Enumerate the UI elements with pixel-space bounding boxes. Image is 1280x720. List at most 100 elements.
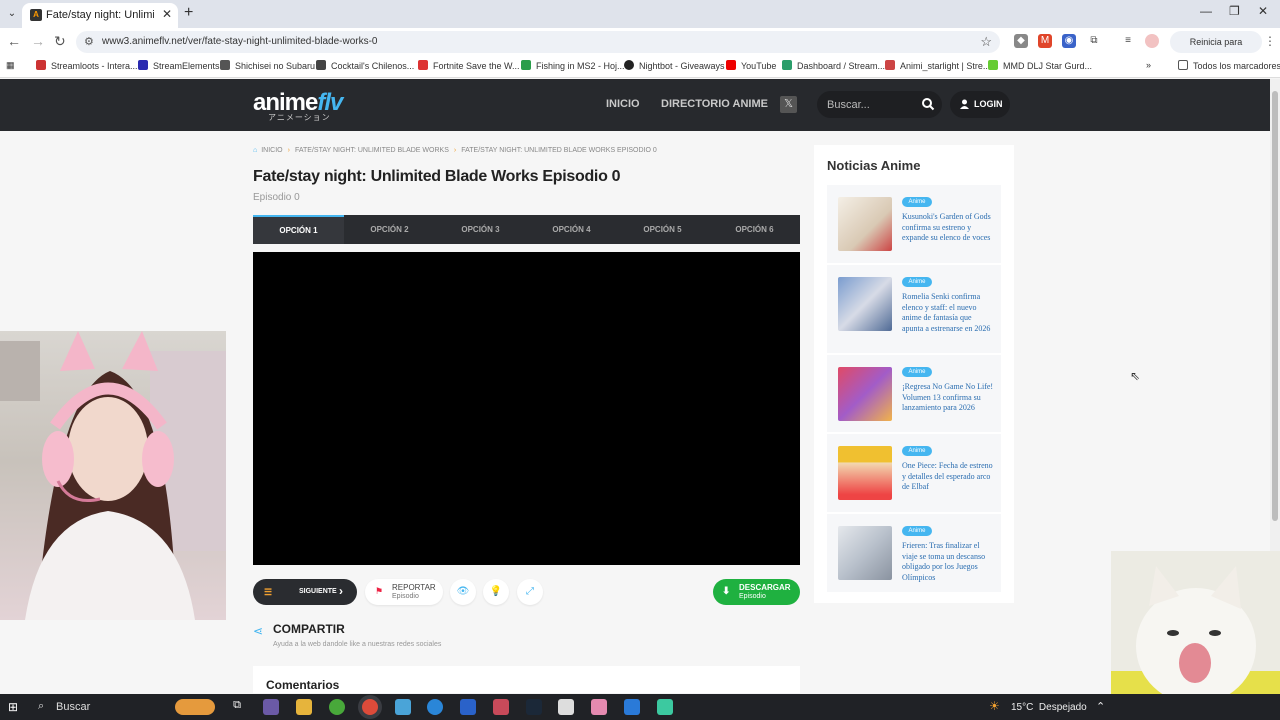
x-social-icon[interactable]: 𝕏: [780, 96, 797, 113]
login-button[interactable]: LOGIN: [950, 91, 1010, 118]
nav-directorio[interactable]: DIRECTORIO ANIME: [661, 98, 768, 110]
search-input[interactable]: [827, 96, 917, 113]
tab-option-6[interactable]: OPCIÓN 6: [709, 215, 800, 244]
edge-icon[interactable]: [427, 699, 443, 715]
news-headline[interactable]: Romelia Senki confirma elenco y staff: e…: [902, 292, 994, 334]
minimize-icon[interactable]: —: [1200, 4, 1212, 18]
profile-avatar[interactable]: [1145, 34, 1159, 48]
search-icon[interactable]: [921, 97, 935, 111]
more-menu-icon[interactable]: ⋮: [1264, 34, 1276, 48]
browser-tab-active[interactable]: A Fate/stay night: Unlimited Blade ✕: [22, 3, 178, 28]
windows-taskbar: ⊞ ⌕ Buscar ⧉ ☀ 15°C Despejado ⌃: [0, 694, 1280, 720]
report-button[interactable]: ⚑ REPORTAR Episodio: [365, 579, 443, 605]
restore-icon[interactable]: ❐: [1229, 4, 1240, 18]
news-thumbnail: [838, 446, 892, 500]
bookmark-item[interactable]: YouTube: [726, 60, 776, 71]
bookmark-item[interactable]: Nightbot - Giveaways: [624, 60, 725, 71]
extensions-puzzle-icon[interactable]: ⧉: [1087, 34, 1101, 48]
news-thumbnail: [838, 367, 892, 421]
news-tag: Anime: [902, 277, 932, 287]
news-headline[interactable]: Kusunoki's Garden of Gods confirma su es…: [902, 212, 994, 244]
mouse-cursor-icon: ⇖: [1130, 369, 1141, 383]
update-button[interactable]: Reinicia para actualizar: [1170, 31, 1262, 69]
bookmark-item[interactable]: MMD DLJ Star Gurd...: [988, 60, 1092, 71]
extension-icon[interactable]: ◆: [1014, 34, 1028, 48]
breadcrumb-series[interactable]: FATE/STAY NIGHT: UNLIMITED BLADE WORKS: [295, 147, 449, 154]
reload-icon[interactable]: ↻: [54, 33, 66, 50]
taskbar-app-icon[interactable]: [624, 699, 640, 715]
bookmarks-overflow-icon[interactable]: »: [1146, 60, 1151, 70]
taskbar-app-icon[interactable]: [493, 699, 509, 715]
eye-icon[interactable]: 👁: [450, 579, 476, 605]
news-headline[interactable]: ¡Regresa No Game No Life! Volumen 13 con…: [902, 382, 994, 414]
reading-list-icon[interactable]: ≡: [1121, 34, 1135, 48]
bookmark-item[interactable]: Animi_starlight | Stre...: [885, 60, 990, 71]
flag-icon: ⚑: [375, 586, 384, 596]
weather-widget[interactable]: 15°C Despejado: [1011, 702, 1087, 713]
home-icon: ⌂: [253, 147, 258, 154]
news-sidebar: Noticias Anime Anime Kusunoki's Garden o…: [814, 145, 1014, 603]
news-item[interactable]: Anime One Piece: Fecha de estreno y deta…: [827, 434, 1001, 512]
next-episode-button[interactable]: ☰ SIGUIENTE ›: [253, 579, 357, 605]
tab-list-button[interactable]: ⌄: [4, 6, 20, 22]
bookmark-star-icon[interactable]: ☆: [980, 34, 992, 50]
file-explorer-icon[interactable]: [296, 699, 312, 715]
site-info-icon[interactable]: ⚙: [84, 35, 94, 48]
download-button[interactable]: ⬇ DESCARGAR Episodio: [713, 579, 800, 605]
taskbar-app-icon[interactable]: [591, 699, 607, 715]
taskbar-app-icon[interactable]: [657, 699, 673, 715]
bookmark-item[interactable]: Fishing in MS2 - Hoj...: [521, 60, 625, 71]
apps-grid-icon[interactable]: ▦: [6, 60, 15, 71]
steam-icon[interactable]: [526, 699, 542, 715]
comments-title: Comentarios: [266, 678, 340, 692]
search-highlight-image: [175, 699, 215, 715]
tab-option-5[interactable]: OPCIÓN 5: [617, 215, 708, 244]
new-tab-button[interactable]: +: [184, 4, 193, 22]
bookmark-item[interactable]: StreamElements: [138, 60, 220, 71]
taskbar-app-icon[interactable]: [395, 699, 411, 715]
tab-option-3[interactable]: OPCIÓN 3: [435, 215, 526, 244]
bookmark-item[interactable]: Streamloots - Intera...: [36, 60, 138, 71]
browser-tab-bar: ⌄ A Fate/stay night: Unlimited Blade ✕ +…: [0, 0, 1280, 28]
forward-icon[interactable]: →: [31, 33, 45, 49]
news-headline[interactable]: One Piece: Fecha de estreno y detalles d…: [902, 461, 994, 493]
episode-controls: ☰ SIGUIENTE › ⚑ REPORTAR Episodio 👁 💡 ⤢ ⬇…: [253, 579, 800, 605]
address-bar[interactable]: ⚙ www3.animeflv.net/ver/fate-stay-night-…: [76, 31, 1000, 53]
tab-option-2[interactable]: OPCIÓN 2: [344, 215, 435, 244]
chevron-right-icon: ›: [339, 584, 343, 598]
news-item[interactable]: Anime Kusunoki's Garden of Gods confirma…: [827, 185, 1001, 263]
tray-chevron-icon[interactable]: ⌃: [1096, 700, 1105, 713]
browser-toolbar: ← → ↻ ⚙ www3.animeflv.net/ver/fate-stay-…: [0, 28, 1280, 69]
bookmark-item[interactable]: Cocktail's Chilenos...: [316, 60, 414, 71]
nav-inicio[interactable]: INICIO: [606, 98, 640, 110]
news-item[interactable]: Anime ¡Regresa No Game No Life! Volumen …: [827, 355, 1001, 432]
episode-list-icon[interactable]: ☰: [264, 587, 272, 598]
tab-option-4[interactable]: OPCIÓN 4: [526, 215, 617, 244]
taskbar-app-icon[interactable]: [329, 699, 345, 715]
extension-icon[interactable]: ◉: [1062, 34, 1076, 48]
scrollbar-thumb[interactable]: [1272, 91, 1278, 521]
extension-icon[interactable]: M: [1038, 34, 1052, 48]
taskbar-app-icon[interactable]: [460, 699, 476, 715]
window-close-icon[interactable]: ✕: [1258, 4, 1268, 18]
bookmark-item[interactable]: Shichisei no Subaru: [220, 60, 315, 71]
lightbulb-icon[interactable]: 💡: [483, 579, 509, 605]
taskbar-app-icon[interactable]: [558, 699, 574, 715]
task-view-icon[interactable]: ⧉: [229, 699, 245, 715]
news-item[interactable]: Anime Romelia Senki confirma elenco y st…: [827, 265, 1001, 353]
chrome-icon[interactable]: [362, 699, 378, 715]
tab-close-icon[interactable]: ✕: [162, 7, 172, 21]
bookmark-item[interactable]: Fortnite Save the W...: [418, 60, 520, 71]
tab-option-1[interactable]: OPCIÓN 1: [253, 215, 344, 244]
news-title: Noticias Anime: [827, 158, 921, 173]
expand-icon[interactable]: ⤢: [517, 579, 543, 605]
news-headline[interactable]: Frieren: Tras finalizar el viaje se toma…: [902, 541, 994, 583]
breadcrumb-home[interactable]: INICIO: [261, 147, 282, 154]
video-player[interactable]: [253, 252, 800, 565]
news-item[interactable]: Anime Frieren: Tras finalizar el viaje s…: [827, 514, 1001, 592]
windows-start-icon[interactable]: ⊞: [6, 700, 20, 714]
taskbar-app-icon[interactable]: [263, 699, 279, 715]
bookmark-item[interactable]: Dashboard / Stream...: [782, 60, 885, 71]
all-bookmarks-folder[interactable]: Todos los marcadores: [1178, 60, 1280, 71]
back-icon[interactable]: ←: [7, 33, 21, 49]
